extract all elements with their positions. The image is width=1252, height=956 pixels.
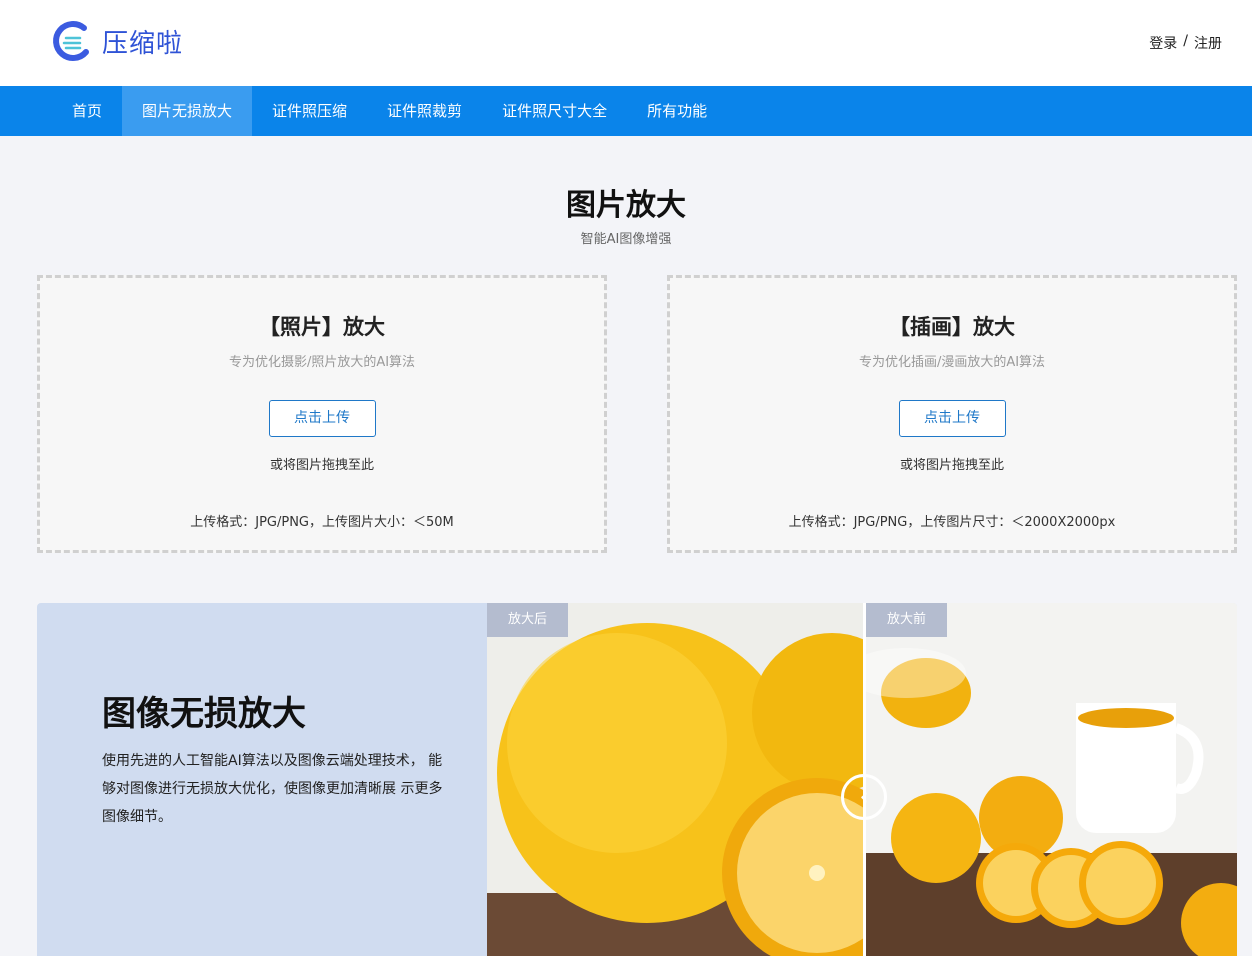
illustration-upload-dropzone[interactable]: 【插画】放大 专为优化插画/漫画放大的AI算法 点击上传 或将图片拖拽至此 上传… — [667, 275, 1237, 553]
compare-slider-handle[interactable]: ‹ — [841, 774, 887, 820]
after-image: 放大后 — [487, 603, 863, 956]
brand-name: 压缩啦 — [102, 28, 184, 59]
nav-item-home[interactable]: 首页 — [52, 86, 122, 136]
main-nav: 首页 图片无损放大 证件照压缩 证件照裁剪 证件照尺寸大全 所有功能 — [0, 86, 1252, 136]
after-label: 放大后 — [487, 603, 569, 637]
page-title: 图片放大 — [566, 188, 686, 223]
nav-item-all-features[interactable]: 所有功能 — [627, 86, 727, 136]
illustration-upload-title: 【插画】放大 — [889, 315, 1015, 339]
orange-closeup-image — [487, 603, 863, 956]
register-link[interactable]: 注册 — [1194, 33, 1222, 53]
feature-title: 图像无损放大 — [102, 694, 306, 734]
photo-format-hint: 上传格式：JPG/PNG，上传图片大小：＜50M — [190, 515, 454, 530]
photo-upload-dropzone[interactable]: 【照片】放大 专为优化摄影/照片放大的AI算法 点击上传 或将图片拖拽至此 上传… — [37, 275, 607, 553]
photo-upload-desc: 专为优化摄影/照片放大的AI算法 — [228, 355, 416, 370]
photo-upload-title: 【照片】放大 — [259, 315, 385, 339]
chevron-left-icon: ‹ — [859, 784, 869, 810]
nav-item-image-upscale[interactable]: 图片无损放大 — [122, 86, 253, 136]
nav-item-id-photo-sizes[interactable]: 证件照尺寸大全 — [482, 86, 627, 136]
auth-separator: / — [1183, 33, 1188, 49]
photo-upload-button[interactable]: 点击上传 — [268, 400, 376, 437]
illustration-format-hint: 上传格式：JPG/PNG，上传图片尺寸：＜2000X2000px — [788, 515, 1116, 530]
feature-description: 使用先进的人工智能AI算法以及图像云端处理技术， 能够对图像进行无损放大优化，使… — [102, 753, 443, 825]
login-link[interactable]: 登录 — [1149, 33, 1177, 53]
auth-links: 登录 / 注册 — [1149, 33, 1222, 53]
nav-item-id-photo-crop[interactable]: 证件照裁剪 — [367, 86, 482, 136]
illustration-upload-desc: 专为优化插画/漫画放大的AI算法 — [858, 355, 1046, 370]
photo-drag-hint: 或将图片拖拽至此 — [269, 458, 374, 473]
before-image: 放大前 — [866, 603, 1237, 956]
illustration-upload-button[interactable]: 点击上传 — [898, 400, 1006, 437]
nav-item-id-photo-compress[interactable]: 证件照压缩 — [252, 86, 367, 136]
logo-icon — [53, 21, 89, 61]
logo[interactable]: 压缩啦 — [50, 18, 183, 64]
top-bar: 压缩啦 登录 / 注册 — [0, 0, 1252, 86]
illustration-drag-hint: 或将图片拖拽至此 — [899, 458, 1004, 473]
orange-juice-image — [866, 603, 1237, 956]
feature-section: 图像无损放大 使用先进的人工智能AI算法以及图像云端处理技术， 能够对图像进行无… — [37, 603, 1237, 956]
page-subtitle: 智能AI图像增强 — [580, 232, 672, 247]
before-label: 放大前 — [866, 603, 948, 637]
